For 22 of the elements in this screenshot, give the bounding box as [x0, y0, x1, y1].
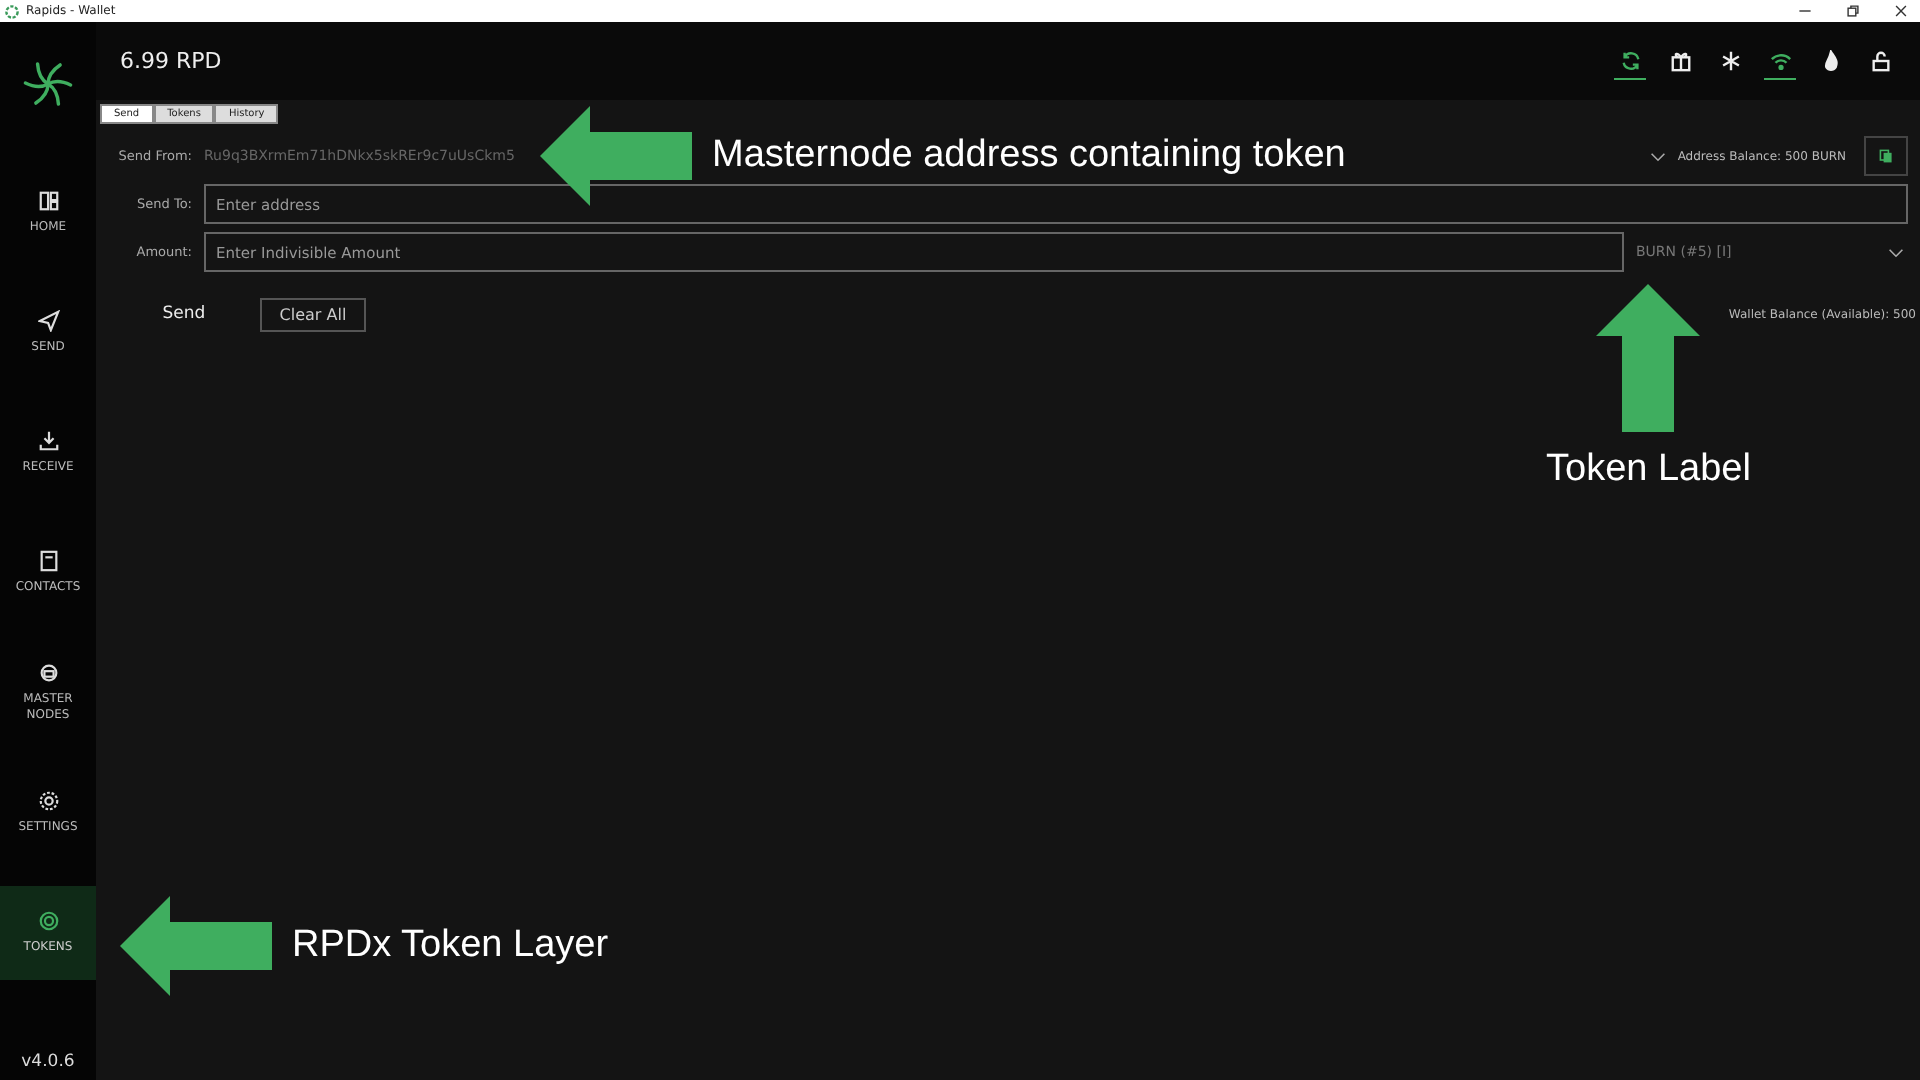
grid-icon — [37, 189, 59, 212]
restore-icon[interactable] — [1846, 4, 1860, 18]
annotation-text: RPDx Token Layer — [292, 924, 609, 968]
annotation-text: Masternode address containing token — [712, 134, 1346, 178]
token-icon — [37, 909, 59, 932]
annotation-text: Token Label — [1546, 448, 1751, 492]
version-label: v4.0.6 — [21, 1052, 75, 1072]
settings-icon — [37, 789, 59, 812]
send-button[interactable]: Send — [100, 296, 260, 332]
close-icon[interactable] — [1894, 4, 1908, 18]
app-logo-icon — [22, 58, 74, 110]
paper-plane-icon — [37, 309, 59, 332]
copy-button[interactable] — [1864, 136, 1908, 176]
download-icon — [37, 429, 59, 452]
book-icon — [37, 549, 59, 572]
chevron-down-icon[interactable] — [1649, 151, 1666, 161]
copy-icon — [1878, 148, 1894, 164]
minimize-icon[interactable] — [1798, 4, 1812, 18]
chevron-down-icon — [1888, 247, 1904, 257]
app-logo-icon — [4, 3, 20, 19]
clear-all-button[interactable]: Clear All — [260, 297, 366, 331]
balance-label: 6.99 RPD — [120, 48, 222, 74]
